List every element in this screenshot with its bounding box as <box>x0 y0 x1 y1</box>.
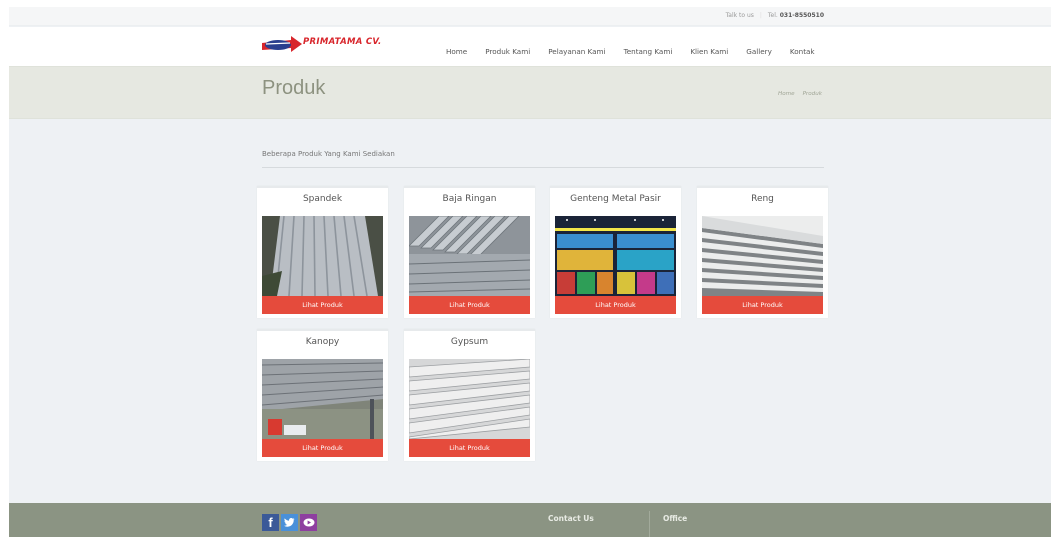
social-links: f <box>262 514 317 531</box>
office-heading: Office <box>663 514 688 523</box>
nav-kontak[interactable]: Kontak <box>790 47 815 56</box>
lihat-produk-button[interactable]: Lihat Produk <box>555 296 676 314</box>
breadcrumb: Home Produk <box>778 91 822 97</box>
lihat-produk-button[interactable]: Lihat Produk <box>262 296 383 314</box>
lihat-produk-button[interactable]: Lihat Produk <box>262 439 383 457</box>
colored-metal-tiles-image[interactable] <box>555 216 676 296</box>
nav-tentang-kami[interactable]: Tentang Kami <box>624 47 673 56</box>
product-card-reng: Reng Lihat Produk <box>697 186 828 318</box>
tel-label: Tel. <box>767 12 778 19</box>
site-header: PRIMATAMA CV. Home Produk Kami Pelayanan… <box>9 27 1051 67</box>
product-card-genteng-metal-pasir: Genteng Metal Pasir Lihat Produk <box>550 186 681 318</box>
gypsum-boards-image[interactable] <box>409 359 530 439</box>
section-divider <box>262 167 824 168</box>
lihat-produk-button[interactable]: Lihat Produk <box>409 296 530 314</box>
breadcrumb-current: Produk <box>802 91 822 97</box>
product-name: Genteng Metal Pasir <box>570 194 661 204</box>
page-title: Produk <box>262 77 326 99</box>
top-contact-bar: Talk to us | Tel. 031-8550510 <box>9 7 1051 26</box>
product-name: Spandek <box>302 194 343 204</box>
product-card-baja-ringan: Baja Ringan Lihat Produk <box>404 186 535 318</box>
lihat-produk-button[interactable]: Lihat Produk <box>409 439 530 457</box>
facebook-icon[interactable]: f <box>262 514 279 531</box>
product-card-spandek: Spandek Lihat Produk <box>257 186 388 318</box>
nav-pelayanan-kami[interactable]: Pelayanan Kami <box>548 47 605 56</box>
twitter-icon[interactable] <box>281 514 298 531</box>
site-footer: f Contact Us Office <box>9 503 1051 537</box>
footer-divider <box>649 511 650 537</box>
page-frame: Talk to us | Tel. 031-8550510 PRIMATAMA CV… <box>9 7 1051 537</box>
stacked-flat-sheets-image[interactable] <box>702 216 823 296</box>
product-name: Gypsum <box>450 337 489 347</box>
tel-number[interactable]: 031-8550510 <box>780 12 824 19</box>
canopy-roof-image[interactable] <box>262 359 383 439</box>
lihat-produk-button[interactable]: Lihat Produk <box>702 296 823 314</box>
logo-text: PRIMATAMA CV. <box>303 37 382 47</box>
nav-produk-kami[interactable]: Produk Kami <box>485 47 530 56</box>
corrugated-roof-sheet-image[interactable] <box>262 216 383 296</box>
product-card-kanopy: Kanopy Lihat Produk <box>257 329 388 461</box>
product-card-gypsum: Gypsum Lihat Produk <box>404 329 535 461</box>
breadcrumb-home[interactable]: Home <box>778 91 795 97</box>
product-name: Baja Ringan <box>442 194 497 204</box>
talk-to-us-label: Talk to us <box>725 12 754 19</box>
steel-c-channel-image[interactable] <box>409 216 530 296</box>
nav-gallery[interactable]: Gallery <box>746 47 772 56</box>
product-name: Kanopy <box>305 337 340 347</box>
site-logo[interactable]: PRIMATAMA CV. <box>261 35 381 57</box>
logo-arrow-icon <box>262 36 302 52</box>
nav-klien-kami[interactable]: Klien Kami <box>690 47 728 56</box>
product-name: Reng <box>751 194 774 204</box>
main-nav: Home Produk Kami Pelayanan Kami Tentang … <box>446 47 833 56</box>
contact-us-heading: Contact Us <box>548 514 594 523</box>
section-heading: Beberapa Produk Yang Kami Sediakan <box>262 150 395 158</box>
youtube-icon[interactable] <box>300 514 317 531</box>
nav-home[interactable]: Home <box>446 47 467 56</box>
contact-info: Talk to us | Tel. 031-8550510 <box>725 12 824 19</box>
page-title-band: Produk Home Produk <box>9 66 1051 119</box>
